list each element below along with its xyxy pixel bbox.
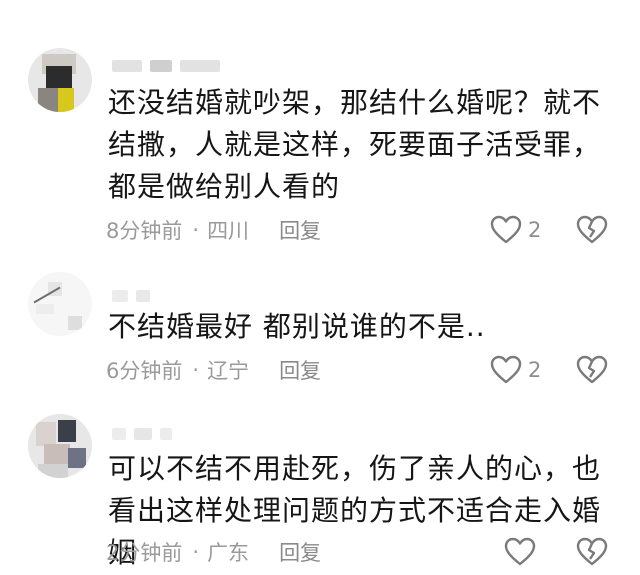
comment-time: 8分钟前 (106, 219, 183, 243)
comment-meta: 6分钟前 · 辽宁 回复 (106, 352, 321, 388)
like-count: 2 (528, 358, 542, 382)
reply-button[interactable]: 回复 (279, 215, 321, 245)
username-redacted[interactable] (112, 56, 220, 76)
comment-text: 可以不结不用赴死，伤了亲人的心，也看出这样处理问题的方式不适合走入婚姻 (108, 452, 602, 569)
comment-location: 四川 (207, 219, 250, 243)
dislike-button[interactable] (576, 212, 608, 248)
avatar[interactable] (28, 272, 92, 336)
like-count: 2 (528, 218, 542, 242)
reply-button[interactable]: 回复 (279, 537, 321, 567)
heart-outline-icon (490, 215, 522, 245)
comment-location: 广东 (207, 541, 250, 565)
dislike-button[interactable] (576, 534, 608, 570)
dislike-button[interactable] (576, 352, 608, 388)
meta-separator: · (192, 540, 200, 564)
heart-outline-icon (504, 537, 536, 567)
username-redacted[interactable] (112, 424, 172, 444)
comment-text: 不结婚最好 都别说谁的不是.. (108, 310, 486, 343)
comment-time: 2分钟前 (106, 541, 183, 565)
broken-heart-icon (576, 355, 608, 385)
comment-text: 还没结婚就吵架，那结什么婚呢？就不结撒，人就是这样，死要面子活受罪，都是做给别人… (108, 86, 602, 203)
like-button[interactable]: 2 (490, 212, 541, 248)
heart-outline-icon (490, 355, 522, 385)
broken-heart-icon (576, 215, 608, 245)
comment-time: 6分钟前 (106, 359, 183, 383)
broken-heart-icon (576, 537, 608, 567)
like-button[interactable]: 2 (490, 352, 541, 388)
like-button[interactable] (504, 534, 542, 570)
avatar[interactable] (28, 48, 92, 112)
username-redacted[interactable] (112, 286, 150, 306)
avatar[interactable] (28, 414, 92, 478)
comment-meta: 8分钟前 · 四川 回复 (106, 212, 321, 248)
meta-separator: · (192, 218, 200, 242)
comment-meta: 2分钟前 · 广东 回复 (106, 534, 321, 570)
meta-separator: · (192, 358, 200, 382)
comment-location: 辽宁 (207, 359, 250, 383)
reply-button[interactable]: 回复 (279, 355, 321, 385)
